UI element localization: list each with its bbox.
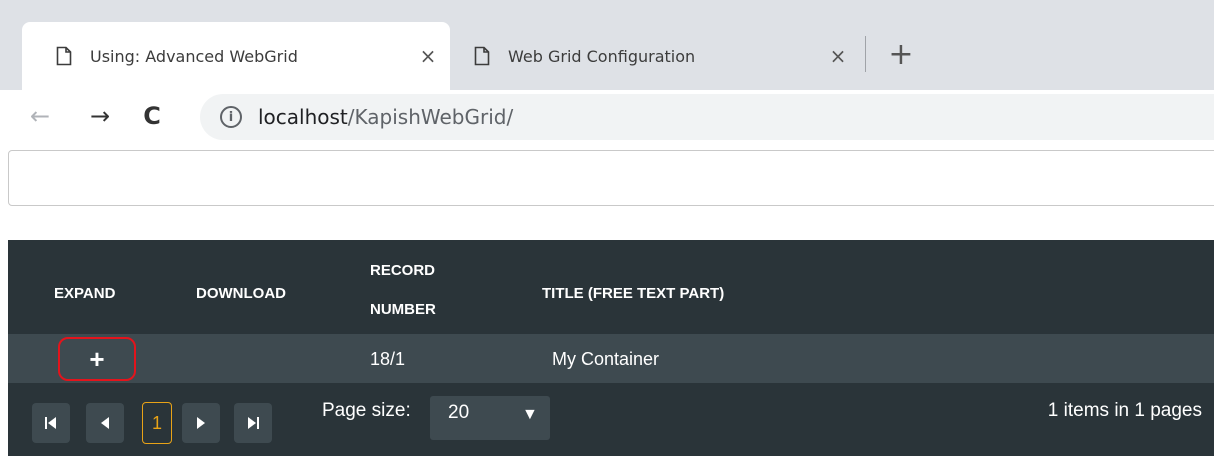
grid-pager: 1 Page size: 20 ▼ 1 items in 1 pages (8, 386, 1214, 452)
search-input[interactable] (8, 150, 1214, 206)
web-grid: EXPAND DOWNLOAD RECORD NUMBER TITLE (FRE… (8, 240, 1214, 456)
tab-separator (865, 36, 866, 72)
prev-page-button[interactable] (86, 403, 124, 443)
close-icon[interactable]: × (412, 40, 444, 72)
chevron-down-icon: ▼ (522, 406, 538, 423)
new-tab-button[interactable]: + (883, 36, 919, 72)
column-header-download[interactable]: DOWNLOAD (196, 285, 286, 302)
browser-toolbar: ← → C i localhost/KapishWebGrid/ (0, 90, 1214, 142)
close-icon[interactable]: × (822, 40, 854, 72)
column-header-expand[interactable]: EXPAND (54, 285, 115, 302)
column-header-line: NUMBER (370, 301, 436, 318)
page-icon (54, 44, 74, 68)
record-number-cell: 18/1 (370, 349, 406, 369)
page-size-select[interactable]: 20 ▼ (430, 396, 550, 440)
title-cell: My Container (552, 349, 660, 369)
page-size-label: Page size: (322, 400, 411, 421)
first-page-icon (45, 417, 56, 429)
address-bar[interactable]: i localhost/KapishWebGrid/ (200, 94, 1214, 140)
tab-title: Using: Advanced WebGrid (90, 46, 298, 66)
first-page-button[interactable] (32, 403, 70, 443)
forward-button[interactable]: → (80, 90, 120, 142)
prev-icon (101, 417, 109, 429)
expand-button[interactable]: + (58, 337, 136, 381)
last-page-icon (248, 417, 259, 429)
column-header-record-number[interactable]: RECORD NUMBER (370, 262, 436, 318)
info-icon[interactable]: i (220, 106, 242, 128)
next-icon (197, 417, 205, 429)
tab-using-advanced-webgrid[interactable]: Using: Advanced WebGrid × (22, 22, 450, 90)
page-size-value: 20 (448, 402, 470, 423)
last-page-button[interactable] (234, 403, 272, 443)
column-header-title[interactable]: TITLE (FREE TEXT PART) (542, 285, 724, 302)
table-row: + 18/1 My Container (8, 334, 1214, 384)
url-host: localhost (258, 105, 348, 129)
reload-button[interactable]: C (132, 90, 172, 142)
page-number-current[interactable]: 1 (142, 402, 172, 444)
url-path: /KapishWebGrid/ (347, 105, 514, 129)
tab-title: Web Grid Configuration (508, 46, 696, 66)
back-button[interactable]: ← (20, 90, 60, 142)
tab-web-grid-configuration[interactable]: Web Grid Configuration × (450, 22, 860, 90)
grid-header: EXPAND DOWNLOAD RECORD NUMBER TITLE (FRE… (8, 240, 1214, 334)
column-header-line: RECORD (370, 262, 436, 279)
url-text: localhost/KapishWebGrid/ (258, 105, 513, 129)
page-icon (472, 44, 492, 68)
pager-info: 1 items in 1 pages (1047, 400, 1202, 421)
next-page-button[interactable] (182, 403, 220, 443)
